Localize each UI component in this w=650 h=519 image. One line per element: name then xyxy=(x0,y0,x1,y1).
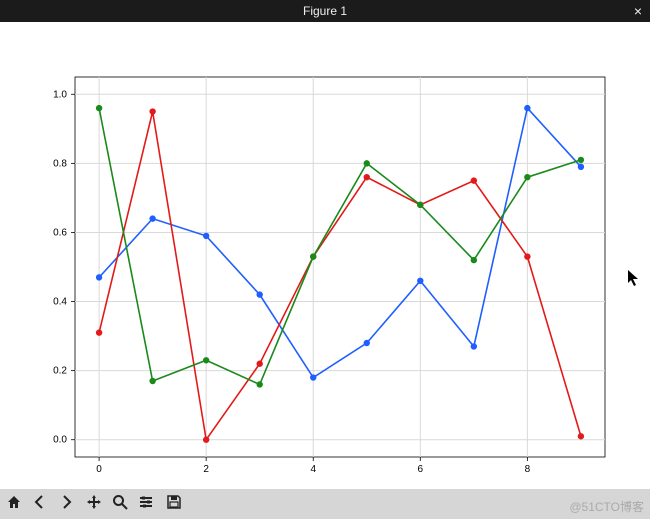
matplotlib-toolbar: @51CTO博客 xyxy=(0,489,650,519)
configure-icon[interactable] xyxy=(138,494,154,515)
point-series-1 xyxy=(417,278,423,284)
point-series-3 xyxy=(524,174,530,180)
point-series-1 xyxy=(149,215,155,221)
point-series-2 xyxy=(256,361,262,367)
point-series-3 xyxy=(364,160,370,166)
svg-text:8: 8 xyxy=(525,464,531,475)
forward-icon[interactable] xyxy=(58,494,74,515)
svg-text:0: 0 xyxy=(96,464,102,475)
point-series-3 xyxy=(417,202,423,208)
line-series-3 xyxy=(99,108,581,384)
move-icon[interactable] xyxy=(86,494,102,515)
point-series-3 xyxy=(96,105,102,111)
line-series-1 xyxy=(99,108,581,377)
title-bar[interactable]: Figure 1 × xyxy=(0,0,650,22)
window-title: Figure 1 xyxy=(303,4,347,18)
plot-canvas[interactable]: 0 2 4 6 8 0.0 0.2 0.4 0.6 0.8 1.0 xyxy=(0,22,650,489)
point-series-3 xyxy=(149,378,155,384)
point-series-2 xyxy=(203,437,209,443)
svg-text:1.0: 1.0 xyxy=(53,89,67,100)
point-series-1 xyxy=(310,374,316,380)
point-series-2 xyxy=(471,177,477,183)
point-series-1 xyxy=(256,291,262,297)
back-icon[interactable] xyxy=(32,494,48,515)
point-series-1 xyxy=(524,105,530,111)
point-series-3 xyxy=(256,381,262,387)
point-series-1 xyxy=(578,164,584,170)
figure-window: Figure 1 × 0 2 4 6 8 0.0 0.2 0.4 0.6 0.8 1.0 xyxy=(0,0,650,519)
point-series-1 xyxy=(203,233,209,239)
svg-text:0.0: 0.0 xyxy=(53,435,67,446)
point-series-3 xyxy=(310,253,316,259)
point-series-3 xyxy=(203,357,209,363)
chart-svg: 0 2 4 6 8 0.0 0.2 0.4 0.6 0.8 1.0 xyxy=(0,22,650,489)
svg-text:0.4: 0.4 xyxy=(53,297,67,308)
point-series-2 xyxy=(524,253,530,259)
close-icon[interactable]: × xyxy=(634,2,642,20)
point-series-3 xyxy=(578,157,584,163)
watermark-text: @51CTO博客 xyxy=(569,498,644,515)
svg-text:6: 6 xyxy=(418,464,424,475)
svg-text:0.6: 0.6 xyxy=(53,227,67,238)
point-series-2 xyxy=(149,108,155,114)
point-series-2 xyxy=(578,433,584,439)
home-icon[interactable] xyxy=(6,494,22,515)
point-series-2 xyxy=(96,329,102,335)
svg-text:4: 4 xyxy=(310,464,316,475)
point-series-3 xyxy=(471,257,477,263)
save-icon[interactable] xyxy=(166,494,182,515)
svg-text:0.8: 0.8 xyxy=(53,158,67,169)
line-series-2 xyxy=(99,112,581,440)
point-series-1 xyxy=(364,340,370,346)
point-series-1 xyxy=(471,343,477,349)
point-series-1 xyxy=(96,274,102,280)
zoom-icon[interactable] xyxy=(112,494,128,515)
svg-text:2: 2 xyxy=(203,464,209,475)
point-series-2 xyxy=(364,174,370,180)
svg-text:0.2: 0.2 xyxy=(53,366,67,377)
